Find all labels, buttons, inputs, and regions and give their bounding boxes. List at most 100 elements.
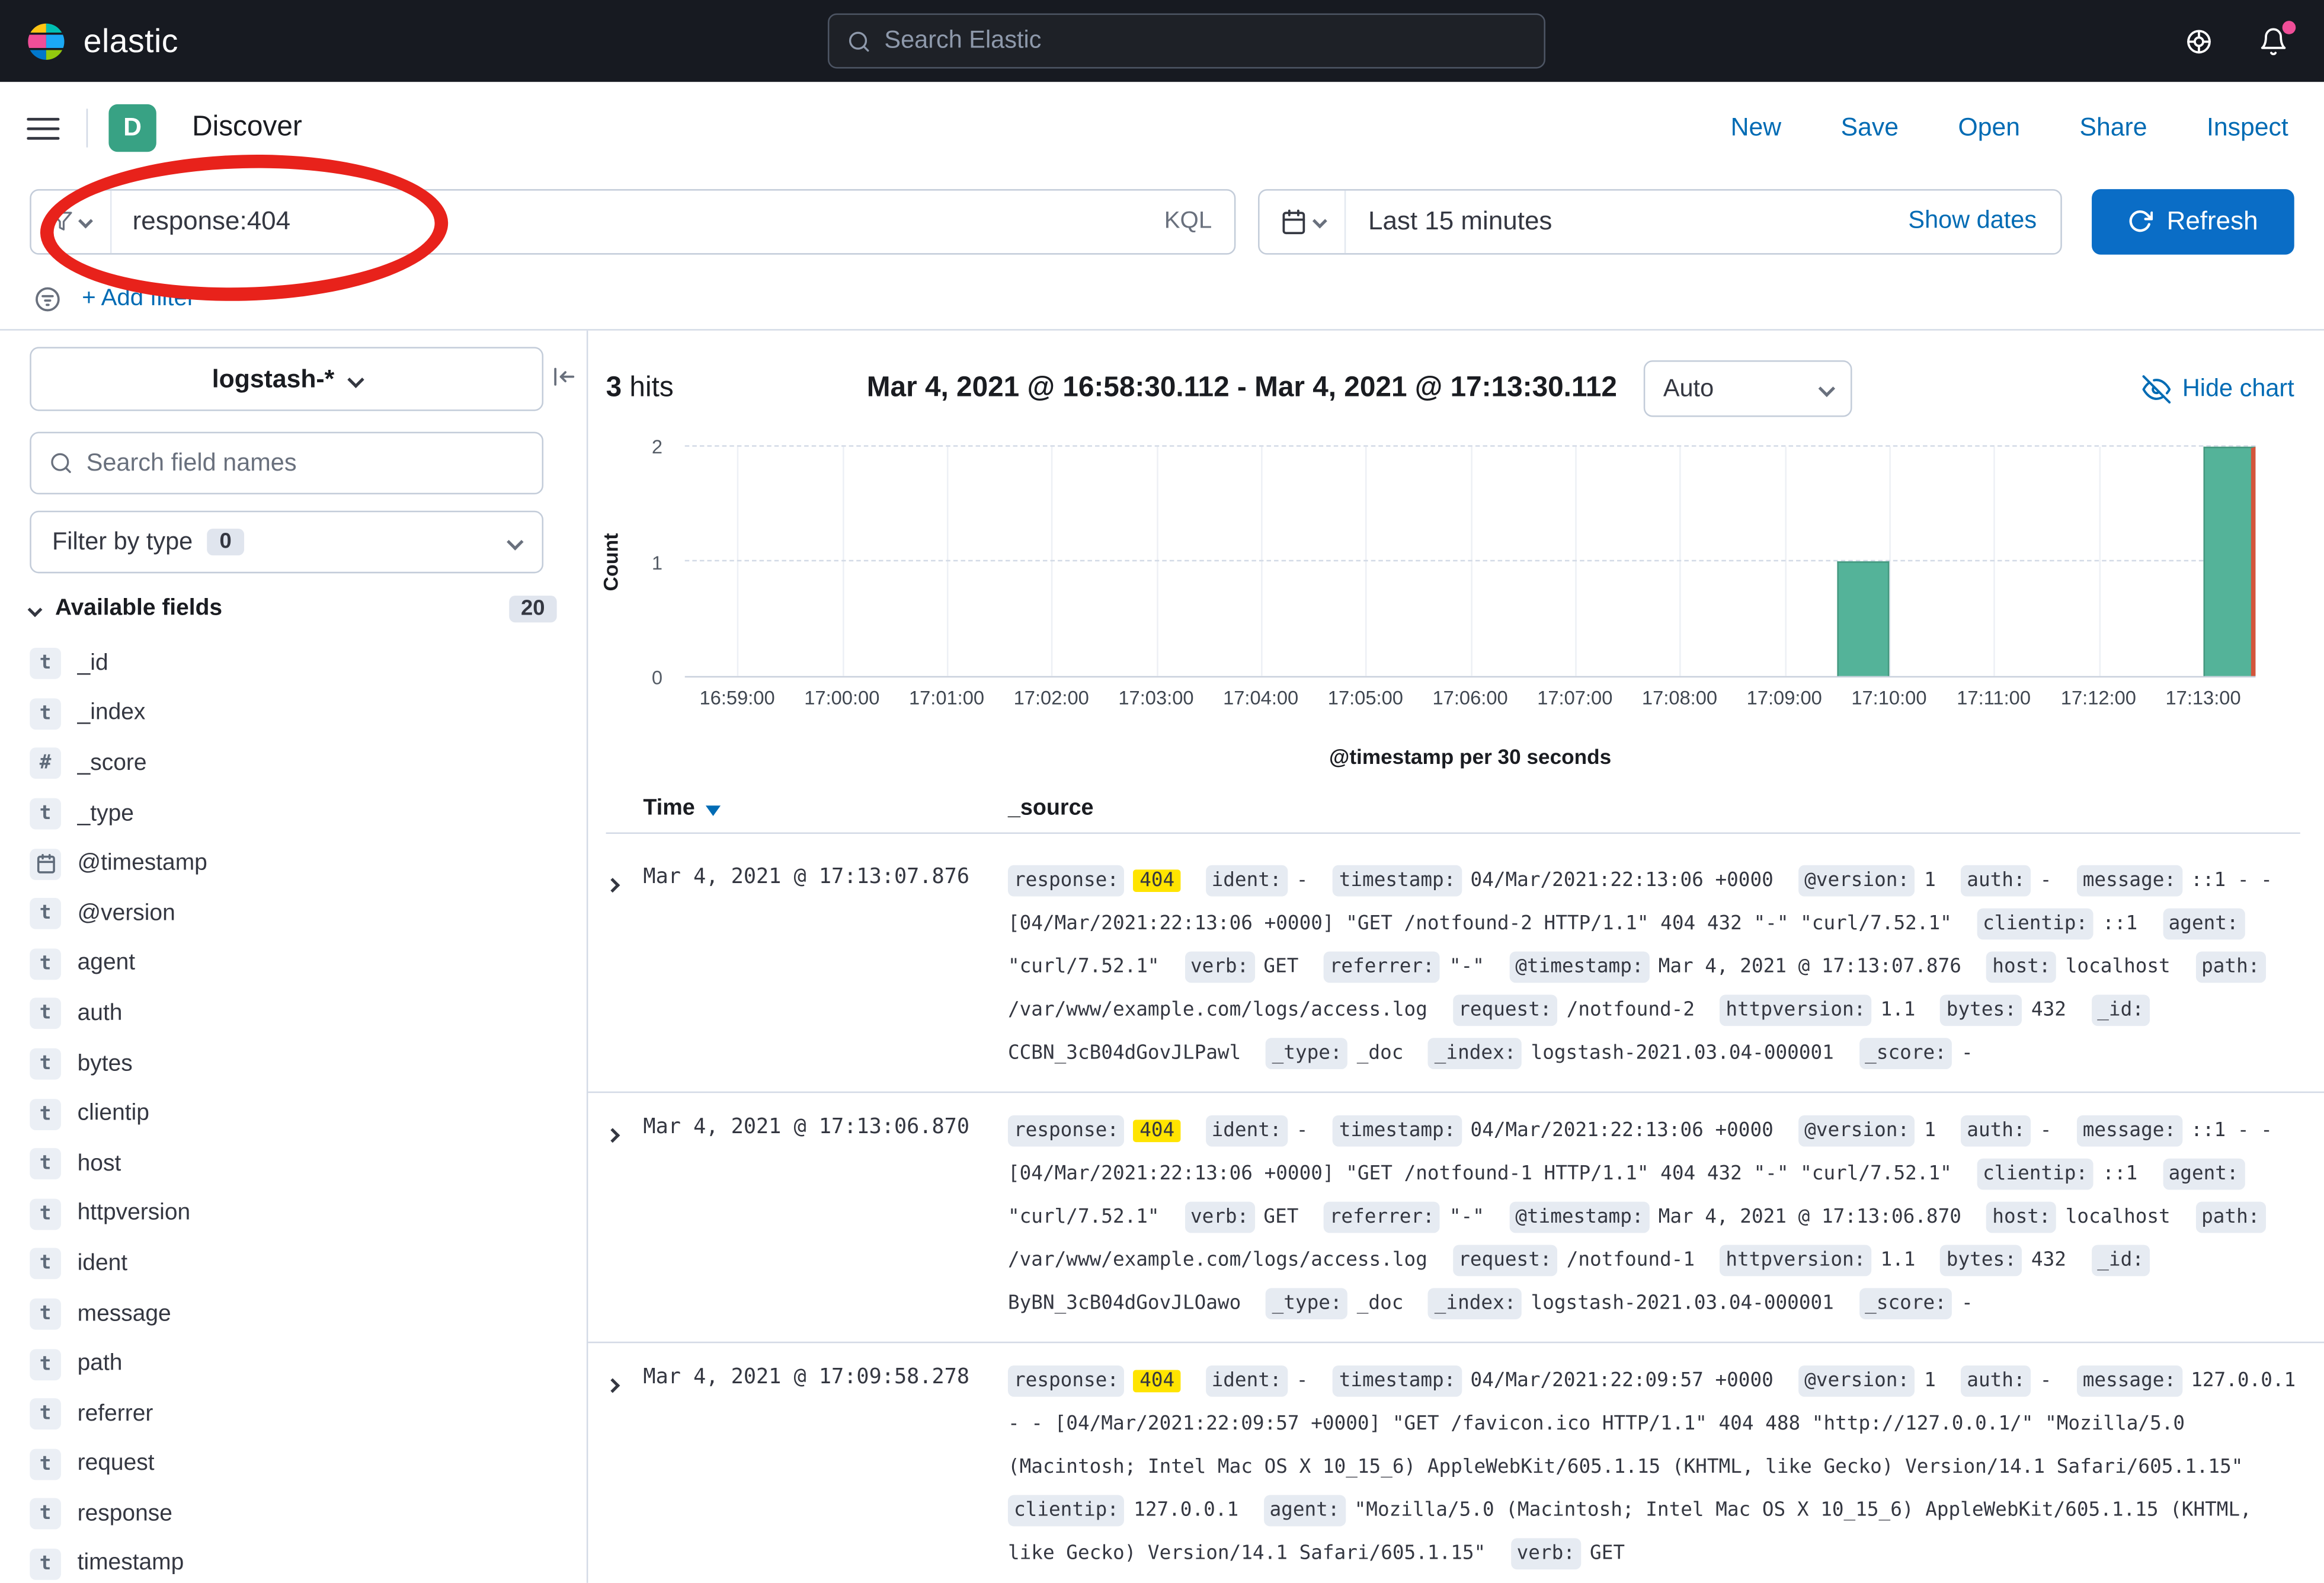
field-item-id[interactable]: t_id: [0, 639, 587, 689]
x-axis-label: @timestamp per 30 seconds: [685, 744, 2256, 768]
field-item-message[interactable]: tmessage: [0, 1289, 587, 1339]
action-new-button[interactable]: New: [1731, 113, 1781, 143]
histogram-bar[interactable]: [1837, 561, 1889, 676]
field-item-agent[interactable]: tagent: [0, 939, 587, 989]
field-item-auth[interactable]: tauth: [0, 989, 587, 1039]
field-key-badge: response:: [1008, 865, 1125, 897]
field-item-path[interactable]: tpath: [0, 1339, 587, 1389]
global-search-input[interactable]: [884, 27, 1526, 55]
chart-time-range: Mar 4, 2021 @ 16:58:30.112 - Mar 4, 2021…: [867, 372, 1617, 405]
field-type-icon: t: [30, 1399, 61, 1430]
field-item-ident[interactable]: tident: [0, 1239, 587, 1289]
field-item-referrer[interactable]: treferrer: [0, 1389, 587, 1439]
expand-row-button[interactable]: [607, 859, 643, 898]
field-key-badge: response:: [1008, 1365, 1125, 1397]
doc-source: response:404 ident:- timestamp:04/Mar/20…: [1008, 859, 2300, 1075]
table-row: Mar 4, 2021 @ 17:13:06.870response:404 i…: [588, 1093, 2324, 1343]
chevron-down-icon: [78, 214, 93, 229]
fields-sidebar: logstash-* Filter by type 0 Available fi…: [0, 331, 588, 1583]
filter-options-icon[interactable]: [33, 284, 62, 314]
field-item-timestamp[interactable]: ttimestamp: [0, 1539, 587, 1583]
field-value: -: [1961, 1293, 1973, 1315]
histogram-bar[interactable]: [2203, 447, 2255, 676]
elastic-home-link[interactable]: elastic: [0, 18, 178, 63]
x-tick-label: 17:03:00: [1118, 686, 1193, 709]
field-key-badge: ident:: [1206, 1365, 1288, 1397]
field-item-timestamp[interactable]: @timestamp: [0, 839, 587, 888]
hide-chart-button[interactable]: Hide chart: [2142, 375, 2294, 403]
x-tick-label: 17:01:00: [909, 686, 984, 709]
field-type-icon: t: [30, 1249, 61, 1280]
expand-row-button[interactable]: [607, 1360, 643, 1398]
field-name: _index: [78, 701, 146, 727]
field-key-badge: @timestamp:: [1509, 1202, 1649, 1233]
saved-query-menu-button[interactable]: [31, 190, 112, 252]
field-pair: response:404: [1008, 1120, 1180, 1142]
field-item-clientip[interactable]: tclientip: [0, 1089, 587, 1139]
collapse-sidebar-icon[interactable]: [551, 363, 578, 390]
field-item-bytes[interactable]: tbytes: [0, 1039, 587, 1089]
show-dates-button[interactable]: Show dates: [1908, 207, 2060, 235]
available-fields-header[interactable]: Available fields 20: [30, 596, 556, 622]
time-range-value[interactable]: Last 15 minutes: [1346, 206, 1552, 237]
table-row: Mar 4, 2021 @ 17:09:58.278response:404 i…: [588, 1343, 2324, 1583]
field-type-icon: t: [30, 1348, 61, 1380]
field-type-icon: t: [30, 798, 61, 830]
space-avatar[interactable]: D: [108, 104, 156, 152]
field-search-input[interactable]: [87, 449, 524, 478]
field-item-index[interactable]: t_index: [0, 689, 587, 738]
x-tick-label: 17:08:00: [1642, 686, 1717, 709]
chevron-right-icon: [605, 1378, 620, 1393]
field-value: "curl/7.52.1": [1008, 1206, 1160, 1229]
field-key-badge: referrer:: [1324, 1202, 1441, 1233]
interval-select[interactable]: Auto: [1644, 360, 1852, 417]
refresh-button[interactable]: Refresh: [2092, 188, 2294, 254]
field-item-type[interactable]: t_type: [0, 789, 587, 839]
field-type-icon: t: [30, 1549, 61, 1580]
field-value: logstash-2021.03.04-000001: [1531, 1293, 1834, 1315]
query-language-button[interactable]: KQL: [1142, 207, 1234, 234]
field-type-icon: t: [30, 948, 61, 980]
field-item-response[interactable]: tresponse: [0, 1489, 587, 1539]
filter-by-type-label: Filter by type: [52, 528, 193, 557]
field-item-httpversion[interactable]: thttpversion: [0, 1189, 587, 1239]
field-value: -: [1297, 1370, 1308, 1393]
chevron-down-icon: [1819, 380, 1835, 397]
field-item-version[interactable]: t@version: [0, 889, 587, 939]
add-filter-button[interactable]: + Add filter: [82, 285, 195, 312]
refresh-icon: [2128, 209, 2153, 234]
field-item-score[interactable]: #_score: [0, 739, 587, 789]
field-item-host[interactable]: thost: [0, 1139, 587, 1189]
action-open-button[interactable]: Open: [1958, 113, 2020, 143]
filter-by-type-button[interactable]: Filter by type 0: [30, 511, 543, 574]
highlighted-field-value: 404: [1134, 1370, 1180, 1393]
date-quick-select-button[interactable]: [1260, 190, 1346, 252]
menu-toggle-button[interactable]: [0, 116, 87, 141]
field-pair: response:404: [1008, 1370, 1180, 1393]
field-value: Mar 4, 2021 @ 17:13:06.870: [1659, 1206, 1961, 1229]
action-save-button[interactable]: Save: [1841, 113, 1899, 143]
x-tick-label: 17:11:00: [1957, 686, 2031, 709]
query-input[interactable]: [111, 206, 1142, 237]
search-icon: [49, 451, 73, 475]
field-key-badge: message:: [2077, 865, 2182, 897]
alerts-bell-icon[interactable]: [2258, 26, 2288, 56]
field-name: @version: [78, 900, 175, 927]
query-bar: KQL: [30, 188, 1235, 254]
field-pair: auth:-: [1961, 1120, 2051, 1142]
help-icon[interactable]: [2184, 26, 2214, 56]
action-inspect-button[interactable]: Inspect: [2207, 113, 2288, 143]
field-key-badge: message:: [2077, 1365, 2182, 1397]
index-pattern-select[interactable]: logstash-*: [30, 347, 543, 411]
expand-row-button[interactable]: [607, 1109, 643, 1148]
action-share-button[interactable]: Share: [2079, 113, 2147, 143]
field-key-badge: _score:: [1859, 1288, 1952, 1319]
field-value: Mar 4, 2021 @ 17:13:07.876: [1659, 956, 1961, 978]
field-item-request[interactable]: trequest: [0, 1439, 587, 1489]
field-name: httpversion: [78, 1201, 191, 1227]
field-name: ident: [78, 1251, 127, 1277]
field-value: _doc: [1357, 1042, 1404, 1065]
chart-horizontal-gridline: [685, 560, 2256, 562]
field-key-badge: clientip:: [1977, 1159, 2093, 1190]
time-column-header[interactable]: Time: [643, 795, 720, 821]
